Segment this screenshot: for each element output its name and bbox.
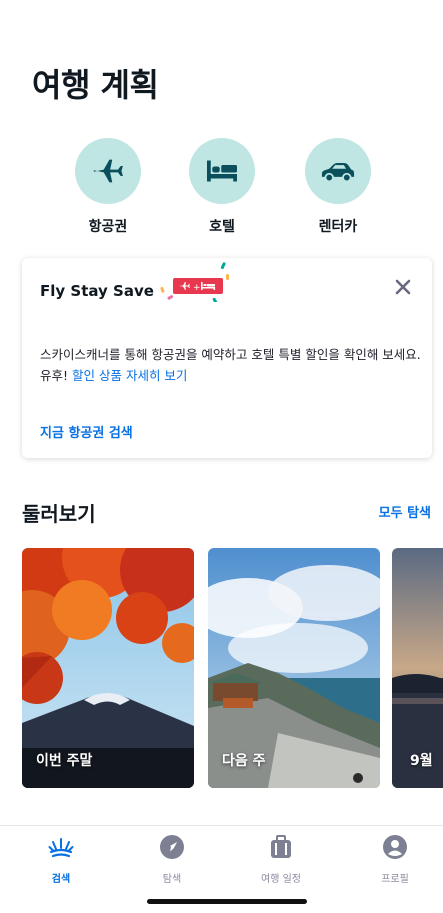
page-title: 여행 계획 bbox=[32, 66, 159, 104]
tab-profile[interactable]: 프로필 bbox=[355, 834, 435, 885]
profile-icon bbox=[383, 835, 407, 859]
quick-actions: 항공권 호텔 렌터카 bbox=[0, 138, 443, 238]
hotels-label: 호텔 bbox=[209, 219, 235, 235]
tab-search-label: 검색 bbox=[51, 874, 71, 885]
destination-card-weekend[interactable]: 이번 주말 bbox=[22, 548, 194, 788]
flights-button[interactable]: 항공권 bbox=[58, 138, 158, 236]
tab-trips[interactable]: 여행 일정 bbox=[241, 834, 321, 885]
plane-plus-hotel-icon: + bbox=[160, 262, 229, 302]
airplane-icon bbox=[93, 159, 123, 183]
compass-icon bbox=[160, 835, 184, 859]
bed-icon bbox=[207, 160, 237, 182]
hotels-button[interactable]: 호텔 bbox=[172, 138, 272, 236]
flights-label: 항공권 bbox=[88, 219, 128, 235]
explore-all-link[interactable]: 모두 탐색 bbox=[379, 502, 431, 521]
suitcase-icon bbox=[271, 835, 291, 858]
card-label-september: 9월 bbox=[410, 753, 433, 769]
close-icon[interactable] bbox=[392, 276, 414, 298]
tab-explore[interactable]: 탐색 bbox=[132, 834, 212, 885]
promo-body: 스카이스캐너를 통해 항공권을 예약하고 호텔 특별 할인을 확인해 보세요. … bbox=[40, 344, 422, 386]
sun-search-icon bbox=[48, 838, 74, 858]
tab-trips-label: 여행 일정 bbox=[261, 874, 301, 885]
promo-details-link[interactable]: 할인 상품 자세히 보기 bbox=[72, 368, 187, 383]
card-label-weekend: 이번 주말 bbox=[36, 753, 93, 769]
destination-card-next-week[interactable]: 다음 주 bbox=[208, 548, 380, 788]
tab-search[interactable]: 검색 bbox=[21, 834, 101, 885]
destination-card-september[interactable]: 9월 bbox=[392, 548, 443, 788]
promo-title: Fly Stay Save bbox=[40, 282, 154, 300]
search-flights-link[interactable]: 지금 항공권 검색 bbox=[40, 422, 133, 441]
tab-explore-label: 탐색 bbox=[162, 874, 182, 885]
car-hire-label: 렌터카 bbox=[318, 219, 358, 235]
tab-profile-label: 프로필 bbox=[381, 874, 409, 885]
home-indicator bbox=[147, 899, 307, 904]
svg-text:+: + bbox=[193, 283, 201, 293]
car-hire-button[interactable]: 렌터카 bbox=[288, 138, 388, 236]
card-label-next-week: 다음 주 bbox=[222, 753, 266, 769]
explore-title: 둘러보기 bbox=[22, 502, 96, 526]
car-icon bbox=[321, 162, 355, 183]
